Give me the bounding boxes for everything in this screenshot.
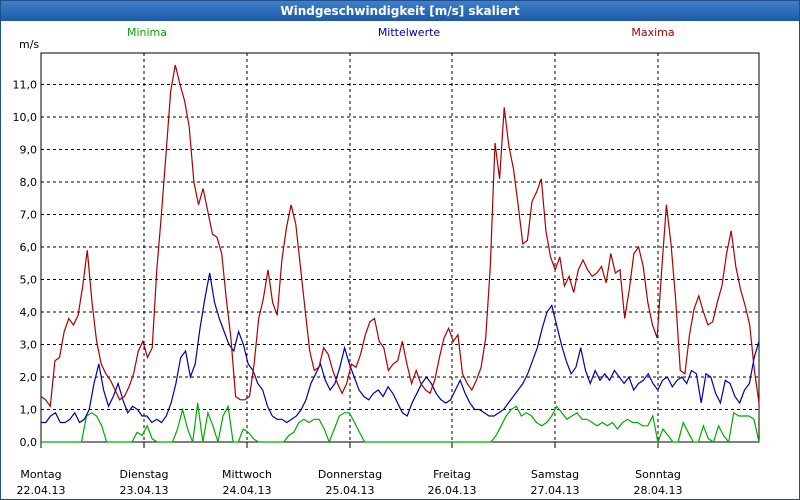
x-tick-day: Mittwoch xyxy=(222,468,272,481)
y-tick-label: 7,0 xyxy=(20,209,38,222)
y-tick-label: 9,0 xyxy=(20,144,38,157)
x-tick-day: Sonntag xyxy=(635,468,681,481)
y-tick-label: 3,0 xyxy=(20,339,38,352)
y-tick-label: 2,0 xyxy=(20,371,38,384)
y-tick-label: 10,0 xyxy=(13,111,38,124)
x-tick-date: 27.04.13 xyxy=(531,484,580,497)
x-tick-date: 28.04.13 xyxy=(634,484,683,497)
legend-minima: Minima xyxy=(127,26,167,39)
window-title: Windgeschwindigkeit [m/s] skaliert xyxy=(1,1,799,21)
x-tick-day: Donnerstag xyxy=(318,468,382,481)
series-line-mittelwerte xyxy=(41,272,760,424)
y-tick-label: 5,0 xyxy=(20,274,38,287)
y-axis-label: m/s xyxy=(19,38,39,51)
y-tick-label: 0,0 xyxy=(20,436,38,449)
y-tick-label: 11,0 xyxy=(13,79,38,92)
x-tick-day: Freitag xyxy=(433,468,471,481)
plot-area: 0,0 1,0 2,0 3,0 4,0 5,0 6,0 7,0 8,0 9,0 10,0 11,0 Mo… xyxy=(13,52,760,497)
x-tick-date: 23.04.13 xyxy=(120,484,169,497)
plot-border xyxy=(40,52,760,443)
x-tick-day: Dienstag xyxy=(119,468,168,481)
series-line-maxima xyxy=(40,64,760,408)
legend-mittelwerte: Mittelwerte xyxy=(378,26,441,39)
y-tick-label: 6,0 xyxy=(20,241,38,254)
y-tick-label: 1,0 xyxy=(20,404,38,417)
chart-window: Windgeschwindigkeit [m/s] skaliert m/s M… xyxy=(0,0,800,500)
x-tick-day: Montag xyxy=(20,468,61,481)
y-tick-label: 8,0 xyxy=(20,176,38,189)
y-tick-label: 4,0 xyxy=(20,306,38,319)
x-tick-day: Samstag xyxy=(531,468,579,481)
x-tick-date: 24.04.13 xyxy=(223,484,272,497)
wind-speed-chart: m/s Minima Mittelwerte Maxima 0,0 1,0 2,0 3… xyxy=(13,26,760,497)
legend-maxima: Maxima xyxy=(631,26,674,39)
x-tick-date: 26.04.13 xyxy=(428,484,477,497)
x-tick-date: 25.04.13 xyxy=(326,484,375,497)
x-tick-date: 22.04.13 xyxy=(17,484,66,497)
legend: Minima Mittelwerte Maxima xyxy=(127,26,675,39)
